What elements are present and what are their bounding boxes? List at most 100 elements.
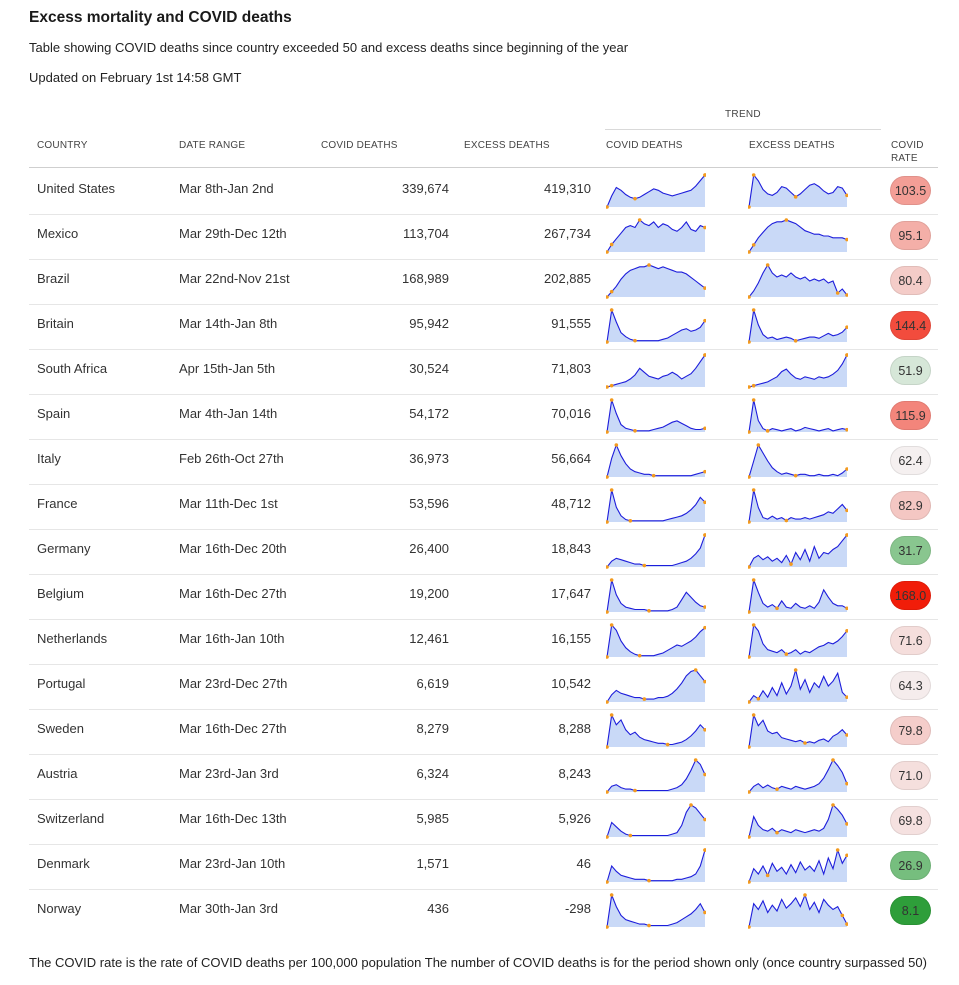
date-range-cell: Mar 14th-Jan 8th [179,316,278,331]
country-cell: Britain [37,316,74,331]
covid-deaths-cell: 36,973 [409,451,449,466]
sparkline-area [607,265,705,297]
sparkline-point [751,173,756,177]
country-cell: Austria [37,766,78,781]
excess-trend-svg [747,578,849,614]
excess-trend-svg [747,173,849,209]
covid-trend-svg [605,892,707,929]
covid-trend-sparkline [605,531,707,569]
excess-trend-svg [747,712,849,749]
covid-trend-sparkline [605,846,707,884]
sparkline-point [765,873,770,878]
sparkline-point [765,429,770,433]
table-row: Spain Mar 4th-Jan 14th 54,172 70,016 115.9 [29,394,938,440]
table-row: France Mar 11th-Dec 1st 53,596 48,712 82.9 [29,484,938,530]
excess-deaths-cell: 16,155 [551,631,591,646]
country-cell: United States [37,181,116,196]
covid-rate-badge: 103.5 [890,176,931,205]
excess-trend-sparkline [747,351,849,389]
date-range-cell: Mar 16th-Dec 13th [179,811,287,826]
table-row: Brazil Mar 22nd-Nov 21st 168,989 202,885 80.… [29,259,938,305]
sparkline-point [633,428,637,433]
excess-deaths-cell: 202,885 [544,271,591,286]
excess-deaths-cell: 71,803 [551,361,591,376]
covid-rate-badge: 71.0 [890,761,931,790]
sparkline-point [665,742,670,747]
date-range-cell: Mar 22nd-Nov 21st [179,271,290,286]
sparkline-area [607,535,705,567]
country-cell: Portugal [37,676,86,691]
sparkline-point [775,787,779,792]
table-row: Switzerland Mar 16th-Dec 13th 5,985 5,926 69… [29,799,938,845]
sparkline-point [633,338,637,343]
sparkline-point [793,338,798,343]
covid-trend-sparkline [605,216,707,254]
col-header-country: COUNTRY [37,140,88,151]
covid-trend-sparkline [605,486,707,524]
table-row: Italy Feb 26th-Oct 27th 36,973 56,664 62.4 [29,439,938,485]
covid-trend-svg [605,263,707,299]
covid-trend-sparkline [605,351,707,389]
sparkline-point [637,653,642,658]
date-range-cell: Mar 29th-Dec 12th [179,226,287,241]
table-row: Sweden Mar 16th-Dec 27th 8,279 8,288 79.8 [29,709,938,755]
covid-trend-svg [605,713,707,749]
excess-trend-sparkline [747,261,849,299]
excess-trend-sparkline [747,171,849,209]
date-range-cell: Mar 16th-Jan 10th [179,631,285,646]
date-range-cell: Feb 26th-Oct 27th [179,451,284,466]
sparkline-point [642,697,647,701]
covid-trend-svg [605,668,707,704]
excess-trend-svg [747,308,849,344]
sparkline-point [605,385,609,389]
sparkline-point [609,623,614,627]
covid-deaths-cell: 54,172 [409,406,449,421]
header-divider [29,167,938,168]
updated-timestamp: Updated on February 1st 14:58 GMT [29,70,242,85]
excess-trend-svg [747,218,849,254]
excess-trend-sparkline [747,756,849,794]
sparkline-line [748,399,848,433]
sparkline-point [609,308,614,312]
covid-deaths-cell: 8,279 [416,721,449,736]
sparkline-point [609,383,614,388]
excess-trend-svg [747,848,849,884]
country-cell: France [37,496,78,511]
col-header-covid-deaths: COVID DEATHS [321,140,398,151]
excess-trend-svg [747,758,849,794]
covid-deaths-cell: 6,324 [416,766,449,781]
col-header-excess-deaths: EXCESS DEATHS [464,140,550,151]
covid-deaths-cell: 95,942 [409,316,449,331]
trend-label: TREND [725,109,761,120]
date-range-cell: Mar 16th-Dec 27th [179,721,287,736]
sparkline-area [607,670,705,702]
covid-trend-svg [605,848,707,884]
covid-trend-svg [605,173,707,209]
sparkline-point [831,803,835,807]
chart-title: Excess mortality and COVID deaths [29,9,292,26]
sparkline-point [693,758,698,762]
table-row: Britain Mar 14th-Jan 8th 95,942 91,555 144.4 [29,304,938,350]
covid-rate-label-2: RATE [891,153,918,164]
country-cell: Germany [37,541,91,556]
sparkline-point [609,488,614,492]
covid-deaths-cell: 1,571 [416,856,449,871]
sparkline-point [784,518,789,523]
date-range-cell: Mar 23rd-Dec 27th [179,676,288,691]
sparkline-area [607,445,705,477]
sparkline-point [831,758,835,762]
sparkline-point [609,398,614,402]
sparkline-point [751,308,756,312]
table-row: Portugal Mar 23rd-Dec 27th 6,619 10,542 64.3 [29,664,938,710]
covid-trend-svg [605,218,707,254]
covid-rate-badge: 26.9 [890,851,931,880]
covid-rate-badge: 80.4 [890,266,931,295]
sparkline-point [609,713,614,717]
date-range-cell: Apr 15th-Jan 5th [179,361,276,376]
country-cell: Denmark [37,856,90,871]
date-range-cell: Mar 23rd-Jan 10th [179,856,286,871]
table-row: Austria Mar 23rd-Jan 3rd 6,324 8,243 71.0 [29,754,938,800]
covid-trend-svg [605,398,707,434]
excess-trend-svg [747,263,849,299]
covid-trend-sparkline [605,801,707,839]
